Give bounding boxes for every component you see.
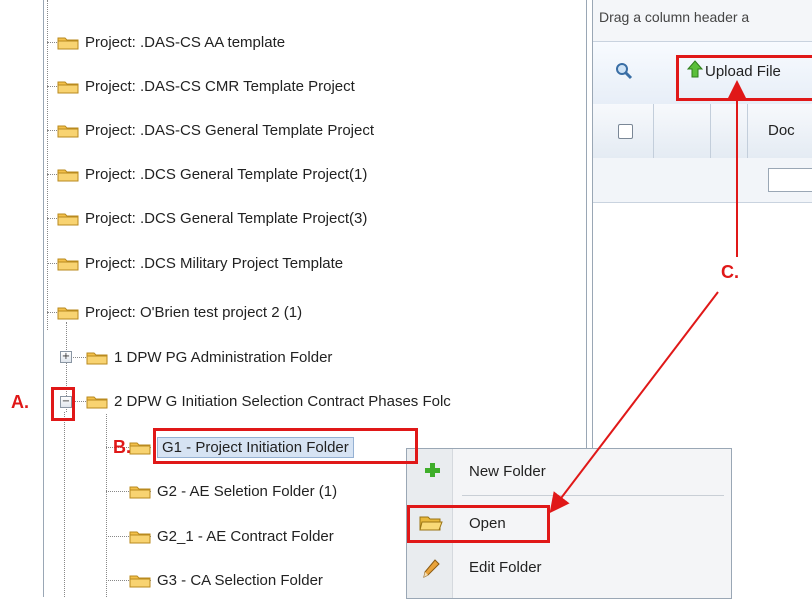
tree-item-label: 2 DPW G Initiation Selection Contract Ph…: [114, 392, 451, 410]
tree-guide-line: [47, 86, 57, 87]
tree-item-label: G3 - CA Selection Folder: [157, 571, 323, 589]
annotation-box-open: [407, 505, 550, 543]
tree-guide-line: [47, 312, 57, 313]
tree-item-label: Project: O'Brien test project 2 (1): [85, 303, 303, 321]
folder-icon: [57, 79, 79, 94]
tree-item-project[interactable]: Project: .DAS-CS General Template Projec…: [57, 117, 374, 143]
menu-separator: [462, 495, 724, 496]
folder-icon: [86, 350, 108, 365]
tree-guide-line: [47, 174, 57, 175]
folder-icon: [57, 305, 79, 320]
folder-icon: [57, 211, 79, 226]
tree-item-project[interactable]: Project: .DAS-CS CMR Template Project: [57, 73, 355, 99]
column-divider: [747, 104, 748, 158]
column-divider: [710, 104, 711, 158]
tree-item-subfolder[interactable]: G3 - CA Selection Folder: [129, 567, 323, 593]
tree-item-label: Project: .DAS-CS CMR Template Project: [85, 77, 355, 95]
folder-icon: [86, 394, 108, 409]
tree-item-label: Project: .DAS-CS General Template Projec…: [85, 121, 375, 139]
folder-icon: [57, 35, 79, 50]
tree-item-label: G2_1 - AE Contract Folder: [157, 527, 334, 545]
tree-item-label: Project: .DCS General Template Project(3…: [85, 209, 368, 227]
tree-item-project[interactable]: Project: .DCS General Template Project(1…: [57, 161, 367, 187]
annotation-box-a: [51, 387, 75, 421]
tree-item-label: Project: .DCS General Template Project(1…: [85, 165, 368, 183]
pencil-icon: [422, 559, 440, 584]
folder-icon: [129, 529, 151, 544]
expand-toggle[interactable]: +: [60, 351, 72, 363]
tree-item-project[interactable]: Project: .DCS General Template Project(3…: [57, 205, 367, 231]
tree-item-project[interactable]: Project: .DAS-CS AA template: [57, 29, 285, 55]
annotation-label-c: C.: [721, 262, 739, 282]
search-icon[interactable]: [615, 62, 633, 85]
new-folder-menu-item[interactable]: New Folder: [469, 463, 546, 480]
filter-row: [593, 158, 812, 203]
folder-icon: [57, 256, 79, 271]
tree-item-folder[interactable]: 2 DPW G Initiation Selection Contract Ph…: [86, 388, 451, 414]
tree-item-label: 1 DPW PG Administration Folder: [114, 348, 333, 366]
tree-item-project[interactable]: Project: .DCS Military Project Template: [57, 250, 343, 276]
annotation-box-b: [153, 428, 418, 464]
column-divider: [653, 104, 654, 158]
tree-guide-line: [47, 130, 57, 131]
tree-guide-line: [47, 263, 57, 264]
tree-item-subfolder[interactable]: G2_1 - AE Contract Folder: [129, 523, 334, 549]
folder-icon: [129, 573, 151, 588]
grid-header-row: Doc: [593, 104, 812, 159]
tree-item-subfolder[interactable]: G2 - AE Seletion Folder (1): [129, 478, 337, 504]
tree-guide-line: [47, 42, 57, 43]
doc-column-header[interactable]: Doc: [768, 122, 795, 139]
annotation-label-b: B.: [113, 437, 131, 457]
folder-icon: [57, 167, 79, 182]
tree-guide-line: [64, 412, 65, 597]
plus-icon: [424, 462, 440, 483]
tree-item-label: G2 - AE Seletion Folder (1): [157, 482, 338, 500]
tree-item-label: Project: .DCS Military Project Template: [85, 254, 344, 272]
folder-icon: [57, 123, 79, 138]
tree-item-folder[interactable]: 1 DPW PG Administration Folder: [86, 344, 332, 370]
tree-item-label: Project: .DAS-CS AA template: [85, 33, 286, 51]
filter-input[interactable]: [768, 168, 812, 192]
annotation-label-a: A.: [11, 392, 29, 412]
folder-icon: [129, 484, 151, 499]
tree-guide-line: [47, 0, 48, 330]
annotation-box-upload: [676, 55, 812, 101]
tree-item-project[interactable]: Project: O'Brien test project 2 (1): [57, 299, 302, 325]
select-all-checkbox[interactable]: [618, 124, 633, 139]
tree-guide-line: [106, 414, 107, 597]
edit-folder-menu-item[interactable]: Edit Folder: [469, 559, 542, 576]
tree-guide-line: [47, 218, 57, 219]
folder-icon: [129, 440, 151, 455]
group-by-hint: Drag a column header a: [593, 0, 812, 42]
